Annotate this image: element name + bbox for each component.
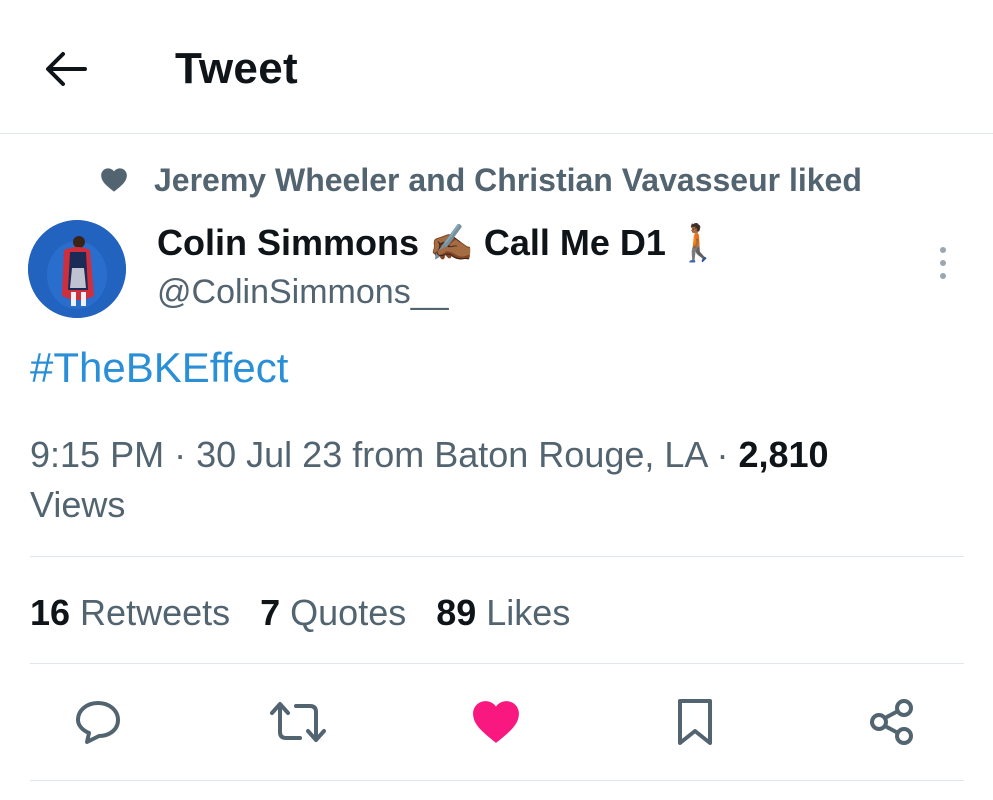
author-name-row[interactable]: Colin Simmons ✍🏾 Call Me D1 🚶🏾 bbox=[157, 222, 721, 264]
tweet-text: #TheBKEffect bbox=[30, 344, 288, 392]
avatar[interactable] bbox=[28, 220, 126, 318]
action-bar bbox=[0, 690, 993, 754]
retweet-icon bbox=[270, 702, 326, 742]
walking-person-emoji: 🚶🏾 bbox=[675, 222, 721, 263]
bookmark-button[interactable] bbox=[665, 690, 725, 754]
tweet-meta: 9:15 PM · 30 Jul 23 from Baton Rouge, LA… bbox=[30, 430, 930, 530]
engagement-stats: 16 Retweets 7 Quotes 89 Likes bbox=[30, 590, 570, 636]
retweets-count: 16 bbox=[30, 592, 71, 633]
top-bar: Tweet bbox=[0, 0, 993, 134]
divider bbox=[30, 663, 964, 664]
writing-hand-emoji: ✍🏾 bbox=[429, 222, 474, 263]
social-context[interactable]: Jeremy Wheeler and Christian Vavasseur l… bbox=[100, 158, 862, 202]
likes-label: Likes bbox=[486, 592, 571, 633]
share-button[interactable] bbox=[862, 690, 922, 754]
retweets-stat[interactable]: 16 Retweets bbox=[30, 592, 230, 634]
bookmark-icon bbox=[678, 699, 712, 745]
quotes-label: Quotes bbox=[290, 592, 407, 633]
retweet-button[interactable] bbox=[268, 690, 328, 754]
divider bbox=[30, 780, 964, 781]
views-label: Views bbox=[30, 484, 126, 525]
more-dot bbox=[940, 260, 946, 266]
divider bbox=[30, 556, 964, 557]
quotes-count: 7 bbox=[260, 592, 281, 633]
hashtag-link[interactable]: #TheBKEffect bbox=[30, 344, 288, 391]
back-button[interactable] bbox=[36, 44, 96, 94]
quotes-stat[interactable]: 7 Quotes bbox=[260, 592, 406, 634]
more-dot bbox=[940, 247, 946, 253]
retweets-label: Retweets bbox=[80, 592, 231, 633]
author-handle[interactable]: @ColinSimmons__ bbox=[157, 273, 449, 312]
reply-button[interactable] bbox=[68, 690, 128, 754]
heart-icon bbox=[101, 168, 127, 192]
more-dot bbox=[940, 273, 946, 279]
meta-separator: · bbox=[716, 434, 729, 475]
tweet-time[interactable]: 9:15 PM bbox=[30, 434, 164, 475]
views-count: 2,810 bbox=[738, 434, 829, 475]
author-name: Colin Simmons bbox=[157, 222, 420, 263]
likes-count: 89 bbox=[436, 592, 477, 633]
meta-separator: · bbox=[174, 434, 187, 475]
author-name-suffix: Call Me D1 bbox=[483, 222, 666, 263]
like-icon bbox=[473, 701, 519, 743]
page-title: Tweet bbox=[175, 44, 298, 93]
tweet-date-source: 30 Jul 23 from Baton Rouge, LA bbox=[196, 434, 707, 475]
arrow-left-icon bbox=[46, 52, 87, 86]
share-icon bbox=[870, 699, 913, 745]
like-button[interactable] bbox=[466, 690, 526, 754]
social-context-text: Jeremy Wheeler and Christian Vavasseur l… bbox=[154, 161, 862, 198]
likes-stat[interactable]: 89 Likes bbox=[436, 592, 570, 634]
more-options-button[interactable] bbox=[928, 238, 958, 288]
reply-icon bbox=[76, 701, 120, 744]
avatar-image bbox=[28, 220, 126, 318]
